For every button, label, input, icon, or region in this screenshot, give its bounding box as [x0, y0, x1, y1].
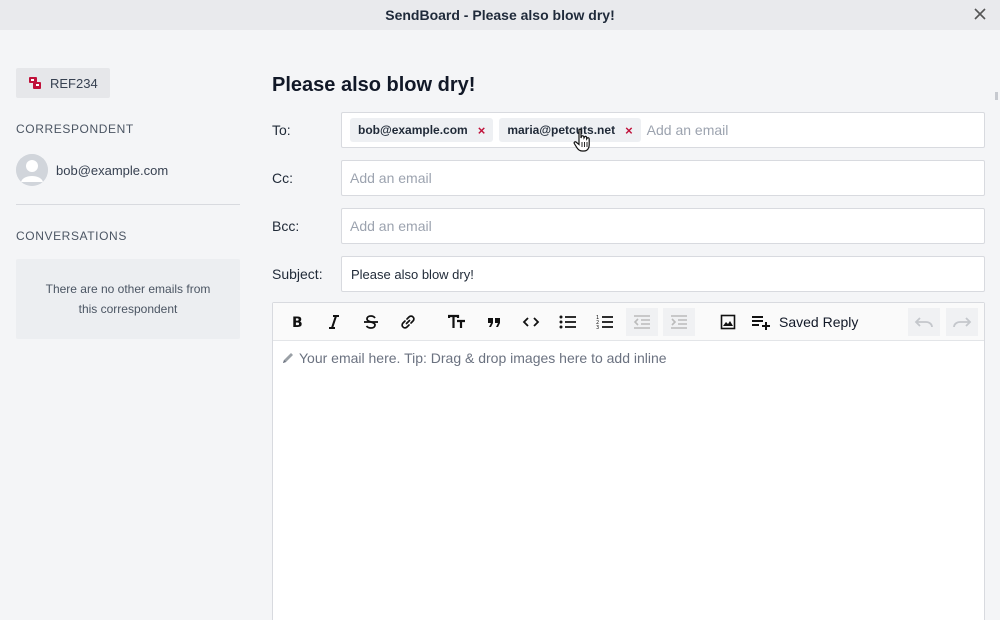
editor-toolbar: B 123 Saved Reply [273, 303, 984, 341]
recipient-chip: maria@petcuts.net × [499, 118, 641, 142]
image-icon [720, 314, 736, 329]
correspondent[interactable]: bob@example.com [16, 154, 240, 186]
page-title: Please also blow dry! [272, 74, 476, 96]
cc-field[interactable]: Add an email [341, 160, 985, 196]
quote-icon [488, 317, 500, 327]
bullet-list-button[interactable] [552, 308, 584, 336]
to-label: To: [272, 122, 291, 138]
indent-icon [671, 314, 687, 329]
svg-text:3: 3 [596, 325, 599, 330]
avatar [16, 154, 48, 186]
outdent-icon [633, 314, 650, 329]
code-button[interactable] [515, 308, 547, 336]
bold-button[interactable]: B [281, 308, 313, 336]
remove-recipient-icon[interactable]: × [478, 123, 486, 138]
redo-button[interactable] [946, 308, 978, 336]
playlist-add-icon [752, 315, 770, 330]
sidebar: REF234 CORRESPONDENT bob@example.com CON… [16, 68, 240, 339]
close-icon[interactable] [972, 6, 988, 22]
bcc-field[interactable]: Add an email [341, 208, 985, 244]
text-size-icon [448, 314, 465, 328]
scrollbar-thumb[interactable] [995, 92, 998, 100]
bcc-row: Bcc: Add an email [272, 208, 985, 244]
blockquote-button[interactable] [478, 308, 510, 336]
subject-row: Subject: Please also blow dry! [272, 256, 985, 292]
correspondent-heading: CORRESPONDENT [16, 122, 134, 136]
saved-reply-button[interactable]: Saved Reply [751, 314, 858, 330]
to-field[interactable]: bob@example.com × maria@petcuts.net × Ad… [341, 112, 985, 148]
cc-row: Cc: Add an email [272, 160, 985, 196]
undo-icon [914, 317, 933, 328]
to-row: To: bob@example.com × maria@petcuts.net … [272, 112, 985, 148]
italic-button[interactable] [318, 308, 350, 336]
divider [16, 204, 240, 205]
email-editor[interactable]: B 123 Saved Reply Your email here. Tip: … [272, 302, 985, 620]
heading-button[interactable] [441, 308, 473, 336]
pencil-icon [283, 353, 293, 363]
editor-body[interactable]: Your email here. Tip: Drag & drop images… [273, 341, 984, 375]
saved-reply-label: Saved Reply [779, 313, 859, 330]
correspondent-email: bob@example.com [56, 162, 169, 178]
reference-badge[interactable]: REF234 [16, 68, 110, 98]
numbered-list-icon: 123 [596, 315, 613, 330]
no-conversations-message: There are no other emails from this corr… [16, 259, 240, 339]
strikethrough-button[interactable] [355, 308, 387, 336]
user-avatar-icon [16, 154, 48, 186]
undo-button[interactable] [908, 308, 940, 336]
code-icon [522, 316, 540, 327]
reference-label: REF234 [50, 75, 98, 91]
svg-text:B: B [292, 315, 303, 330]
remove-recipient-icon[interactable]: × [625, 123, 633, 138]
bold-icon: B [292, 315, 303, 330]
bcc-input[interactable]: Add an email [350, 218, 432, 234]
title-bar: SendBoard - Please also blow dry! [0, 0, 1000, 30]
subject-input[interactable]: Please also blow dry! [350, 267, 474, 282]
recipient-chip: bob@example.com × [350, 118, 494, 142]
editor-placeholder: Your email here. Tip: Drag & drop images… [299, 350, 667, 366]
italic-icon [329, 314, 339, 329]
cc-label: Cc: [272, 170, 293, 186]
no-conversations-text: There are no other emails from this corr… [45, 282, 211, 316]
insert-image-button[interactable] [712, 308, 744, 336]
link-button[interactable] [392, 308, 424, 336]
conversations-heading: CONVERSATIONS [16, 229, 127, 243]
subject-field[interactable]: Please also blow dry! [341, 256, 985, 292]
cc-input[interactable]: Add an email [350, 170, 432, 186]
numbered-list-button[interactable]: 123 [589, 308, 621, 336]
bcc-label: Bcc: [272, 218, 300, 234]
bullet-list-icon [559, 315, 576, 328]
link-icon [401, 314, 415, 329]
outdent-button[interactable] [626, 307, 658, 336]
strikethrough-icon [364, 314, 378, 329]
window-title: SendBoard - Please also blow dry! [385, 7, 615, 23]
redo-icon [953, 317, 972, 328]
subject-label: Subject: [272, 266, 323, 282]
recipient-email: bob@example.com [358, 123, 468, 137]
ticket-icon [29, 77, 41, 89]
to-input[interactable]: Add an email [647, 122, 729, 138]
history-buttons [908, 308, 978, 336]
recipient-email: maria@petcuts.net [507, 123, 616, 137]
compose-area: Please also blow dry! To: bob@example.co… [272, 70, 985, 620]
indent-button[interactable] [663, 307, 695, 336]
